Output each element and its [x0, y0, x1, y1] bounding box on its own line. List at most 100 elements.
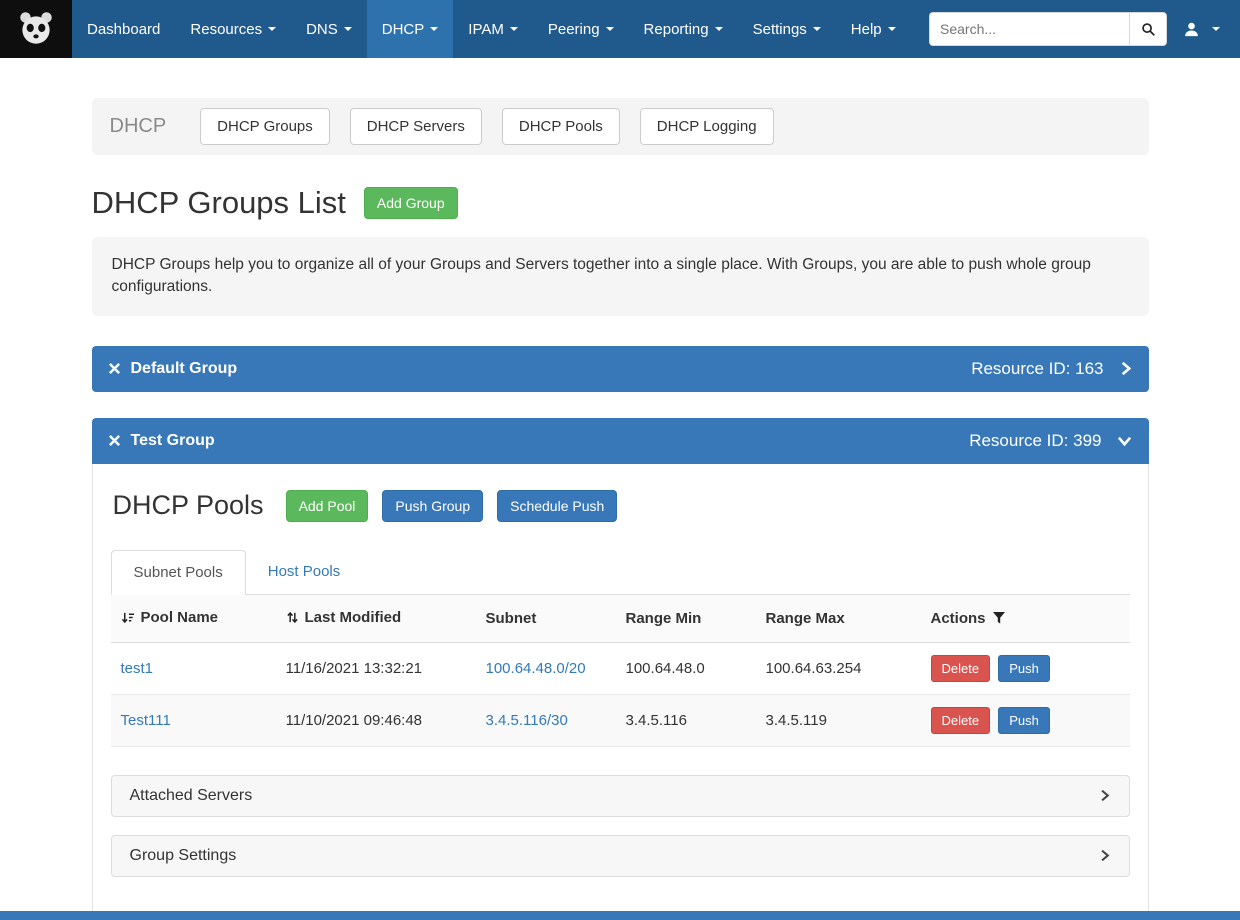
search-input[interactable] [929, 12, 1129, 46]
header-subnet: Subnet [476, 595, 616, 643]
tab-host-pools[interactable]: Host Pools [246, 550, 363, 594]
dhcp-pools-button[interactable]: DHCP Pools [502, 108, 620, 145]
page-title: DHCP Groups List [92, 185, 346, 221]
header-label: Actions [931, 610, 986, 627]
header-last-modified[interactable]: Last Modified [276, 595, 476, 643]
header-pool-name[interactable]: Pool Name [111, 595, 276, 643]
page-description: DHCP Groups help you to organize all of … [92, 237, 1149, 316]
dhcp-servers-button[interactable]: DHCP Servers [350, 108, 482, 145]
chevron-right-icon [1098, 788, 1111, 803]
navbar-right [929, 0, 1240, 58]
section-label: Group Settings [130, 847, 237, 865]
push-group-button[interactable]: Push Group [382, 490, 483, 522]
range-max-cell: 100.64.63.254 [756, 642, 921, 694]
add-pool-button[interactable]: Add Pool [286, 490, 369, 522]
tab-subnet-pools[interactable]: Subnet Pools [111, 550, 246, 595]
range-min-cell: 3.4.5.116 [616, 694, 756, 746]
pool-name-link[interactable]: Test111 [121, 712, 171, 729]
panda-logo-icon [15, 8, 57, 50]
caret-down-icon [268, 27, 276, 31]
dhcp-logging-button[interactable]: DHCP Logging [640, 108, 774, 145]
push-pool-button[interactable]: Push [998, 655, 1050, 682]
header-range-min: Range Min [616, 595, 756, 643]
nav-item-dhcp[interactable]: DHCP [367, 0, 454, 58]
delete-pool-button[interactable]: Delete [931, 655, 991, 682]
range-min-cell: 100.64.48.0 [616, 642, 756, 694]
sort-amount-icon [121, 611, 135, 624]
nav-item-resources[interactable]: Resources [175, 0, 291, 58]
group-bar-test-group[interactable]: Test Group Resource ID: 399 [92, 418, 1149, 464]
caret-down-icon [606, 27, 614, 31]
group-settings-section[interactable]: Group Settings [111, 835, 1130, 877]
attached-servers-section[interactable]: Attached Servers [111, 775, 1130, 817]
header-label: Pool Name [141, 609, 219, 626]
header-range-max: Range Max [756, 595, 921, 643]
nav-item-label: Reporting [644, 21, 709, 38]
caret-down-icon [1212, 27, 1220, 31]
nav-item-label: DNS [306, 21, 338, 38]
last-modified-cell: 11/16/2021 13:32:21 [276, 642, 476, 694]
table-header-row: Pool Name [111, 595, 1130, 643]
subnet-link[interactable]: 100.64.48.0/20 [486, 660, 586, 677]
main-nav: Dashboard Resources DNS DHCP IPAM Peerin… [72, 0, 911, 58]
nav-item-dns[interactable]: DNS [291, 0, 367, 58]
chevron-right-icon [1118, 360, 1133, 377]
group-bar-default-group[interactable]: Default Group Resource ID: 163 [92, 346, 1149, 392]
nav-item-settings[interactable]: Settings [738, 0, 836, 58]
resource-id-label: Resource ID: 399 [969, 431, 1101, 451]
nav-item-label: Resources [190, 21, 262, 38]
dhcp-groups-button[interactable]: DHCP Groups [200, 108, 330, 145]
filter-funnel-icon[interactable] [992, 611, 1006, 625]
push-pool-button[interactable]: Push [998, 707, 1050, 734]
pools-tabs: Subnet Pools Host Pools [111, 550, 1130, 595]
nav-item-dashboard[interactable]: Dashboard [72, 0, 175, 58]
range-max-cell: 3.4.5.119 [756, 694, 921, 746]
header-label: Subnet [486, 610, 537, 627]
remove-group-icon[interactable] [108, 362, 121, 375]
main-content: DHCP DHCP Groups DHCP Servers DHCP Pools… [92, 98, 1149, 920]
pools-title: DHCP Pools [113, 490, 264, 521]
pools-table: Pool Name [111, 595, 1130, 747]
nav-item-label: Settings [753, 21, 807, 38]
user-menu[interactable] [1183, 21, 1220, 38]
group-name: Test Group [131, 432, 215, 450]
nav-item-ipam[interactable]: IPAM [453, 0, 533, 58]
remove-group-icon[interactable] [108, 434, 121, 447]
search-icon [1141, 22, 1156, 37]
table-row: Test111 11/10/2021 09:46:48 3.4.5.116/30… [111, 694, 1130, 746]
caret-down-icon [510, 27, 518, 31]
section-label: Attached Servers [130, 787, 253, 805]
nav-item-label: Dashboard [87, 21, 160, 38]
search-button[interactable] [1129, 12, 1167, 46]
caret-down-icon [430, 27, 438, 31]
chevron-right-icon [1098, 848, 1111, 863]
header-label: Last Modified [305, 609, 402, 626]
nav-item-peering[interactable]: Peering [533, 0, 629, 58]
header-label: Range Max [766, 610, 845, 627]
search-group [929, 12, 1167, 46]
chevron-down-icon [1116, 433, 1133, 448]
breadcrumb-section-label: DHCP [110, 115, 167, 138]
sort-updown-icon [286, 611, 299, 624]
schedule-push-button[interactable]: Schedule Push [497, 490, 617, 522]
nav-item-label: Peering [548, 21, 600, 38]
pool-name-link[interactable]: test1 [121, 660, 154, 677]
nav-item-label: IPAM [468, 21, 504, 38]
nav-item-help[interactable]: Help [836, 0, 911, 58]
nav-item-label: DHCP [382, 21, 425, 38]
table-row: test1 11/16/2021 13:32:21 100.64.48.0/20… [111, 642, 1130, 694]
add-group-button[interactable]: Add Group [364, 187, 458, 219]
group-name: Default Group [131, 360, 238, 378]
caret-down-icon [344, 27, 352, 31]
subnet-link[interactable]: 3.4.5.116/30 [486, 712, 568, 729]
caret-down-icon [715, 27, 723, 31]
delete-pool-button[interactable]: Delete [931, 707, 991, 734]
caret-down-icon [813, 27, 821, 31]
resource-id-label: Resource ID: 163 [971, 359, 1103, 379]
caret-down-icon [888, 27, 896, 31]
app-logo[interactable] [0, 0, 72, 58]
header-label: Range Min [626, 610, 702, 627]
nav-item-reporting[interactable]: Reporting [629, 0, 738, 58]
user-icon [1183, 21, 1200, 38]
group-panel: DHCP Pools Add Pool Push Group Schedule … [92, 464, 1149, 920]
